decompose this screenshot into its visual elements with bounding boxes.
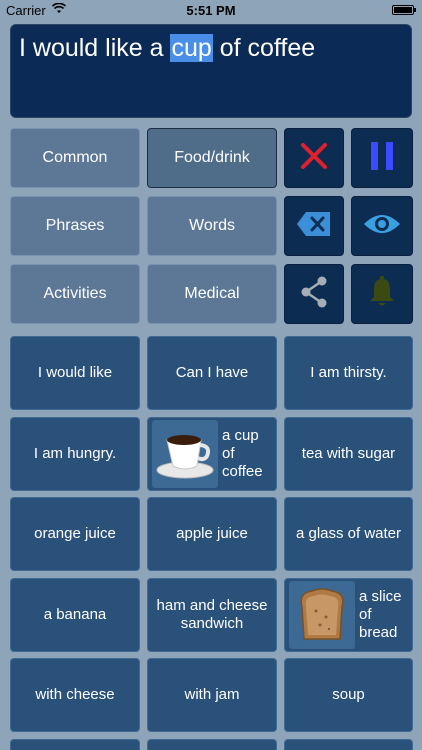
clear-button[interactable] <box>284 128 344 188</box>
category-food-drink-button[interactable]: Food/drink <box>147 128 277 188</box>
phrase-button[interactable]: a banana <box>10 578 140 652</box>
phrase-button[interactable]: a glass of water <box>284 497 413 571</box>
coffee-cup-icon <box>152 420 218 488</box>
backspace-button[interactable] <box>284 196 344 256</box>
phrase-label: with jam <box>184 686 240 703</box>
message-text-after: of coffee <box>212 34 316 62</box>
phrase-label: Can I have <box>175 364 249 381</box>
message-text-area[interactable]: I would like a cup of coffee <box>10 24 412 118</box>
phrase-label: tea with sugar <box>301 445 396 462</box>
category-label: Activities <box>43 285 107 302</box>
phrase-label: a glass of water <box>295 525 402 542</box>
phrase-label: apple juice <box>176 525 248 542</box>
bell-button[interactable] <box>351 264 413 324</box>
category-activities-button[interactable]: Activities <box>10 264 140 324</box>
phrase-button[interactable]: tea with sugar <box>284 417 413 491</box>
phrase-button[interactable]: soup <box>284 658 413 732</box>
phrase-label: I am hungry. <box>33 445 117 462</box>
category-label: Common <box>42 149 108 166</box>
phrase-button[interactable]: Can I have <box>147 336 277 410</box>
backspace-icon <box>296 211 332 242</box>
bread-slice-icon <box>289 581 355 649</box>
phrase-button-partial[interactable] <box>284 739 413 750</box>
category-words-button[interactable]: Words <box>147 196 277 256</box>
phrase-button[interactable]: with cheese <box>10 658 140 732</box>
phrase-label: ham and cheese sandwich <box>156 597 268 632</box>
share-icon <box>299 276 329 313</box>
clear-x-icon <box>299 141 329 176</box>
bell-icon <box>367 275 397 313</box>
phrase-button-coffee[interactable]: a cup of coffee <box>147 417 277 491</box>
phrase-label: a slice of bread <box>359 588 402 641</box>
category-medical-button[interactable]: Medical <box>147 264 277 324</box>
phrase-label: I am thirsty. <box>310 364 387 381</box>
phrase-button[interactable]: I am hungry. <box>10 417 140 491</box>
pause-icon <box>369 141 395 176</box>
category-phrases-button[interactable]: Phrases <box>10 196 140 256</box>
phrase-button[interactable]: I would like <box>10 336 140 410</box>
selected-word[interactable]: cup <box>170 34 213 62</box>
category-label: Words <box>189 217 235 234</box>
phrase-button[interactable]: I am thirsty. <box>284 336 413 410</box>
eye-icon <box>363 212 401 241</box>
phrase-label: a banana <box>43 606 107 623</box>
phrase-button[interactable]: with jam <box>147 658 277 732</box>
phrase-label: soup <box>332 686 365 703</box>
phrase-label: I would like <box>37 364 113 381</box>
phrase-button-bread[interactable]: a slice of bread <box>284 578 413 652</box>
message-text-before: I would like a <box>19 34 171 62</box>
phrase-button[interactable]: orange juice <box>10 497 140 571</box>
category-label: Food/drink <box>174 149 250 166</box>
phrase-label: with cheese <box>35 686 115 703</box>
battery-icon <box>392 5 416 15</box>
phrase-button[interactable]: apple juice <box>147 497 277 571</box>
status-bar: Carrier 5:51 PM <box>0 0 422 20</box>
clock: 5:51 PM <box>186 3 236 18</box>
phrase-button-partial[interactable] <box>147 739 277 750</box>
category-label: Medical <box>184 285 240 302</box>
phrase-label: a cup of coffee <box>222 427 263 480</box>
category-label: Phrases <box>45 217 105 234</box>
pause-button[interactable] <box>351 128 413 188</box>
category-common-button[interactable]: Common <box>10 128 140 188</box>
eye-button[interactable] <box>351 196 413 256</box>
phrase-label: orange juice <box>34 525 116 542</box>
phrase-button-partial[interactable] <box>10 739 140 750</box>
share-button[interactable] <box>284 264 344 324</box>
phrase-button[interactable]: ham and cheese sandwich <box>147 578 277 652</box>
